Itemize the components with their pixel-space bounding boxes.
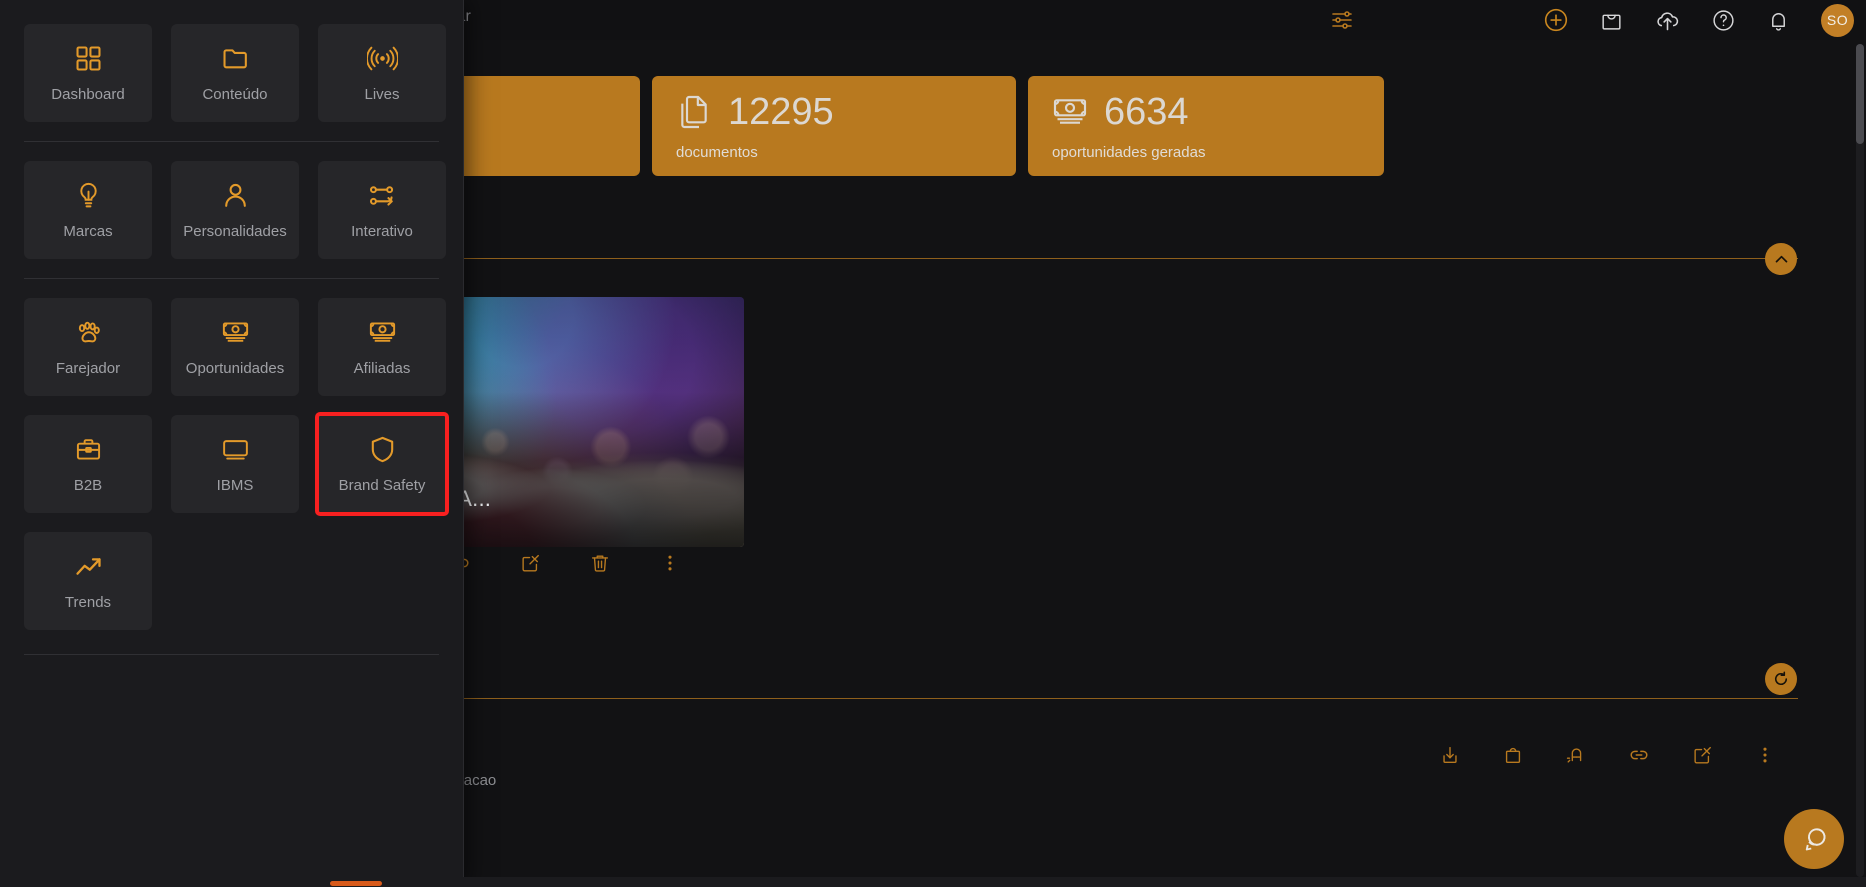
menu-item-marcas[interactable]: Marcas	[24, 161, 152, 259]
section-divider-top	[394, 258, 1798, 259]
collapse-section-button[interactable]	[1765, 243, 1797, 275]
stat-value: 6634	[1104, 91, 1189, 133]
menu-item-label: B2B	[73, 477, 103, 494]
menu-group-2: Marcas Personalidades Interativo	[0, 161, 463, 259]
avatar[interactable]: SO	[1821, 3, 1854, 37]
broadcast-icon	[366, 43, 398, 74]
menu-item-label: Personalidades	[183, 223, 287, 240]
refresh-button[interactable]	[1765, 663, 1797, 695]
menu-item-label: Dashboard	[51, 86, 125, 103]
stat-card-oportunidades[interactable]: 6634 oportunidades geradas	[1028, 76, 1384, 176]
folder-icon	[220, 43, 251, 74]
app-root: scar	[0, 0, 1866, 887]
file-meta: 0:00:10 automacao	[300, 772, 1776, 789]
cloud-upload-icon[interactable]	[1654, 7, 1681, 34]
flow-icon	[367, 180, 398, 211]
file-row[interactable]: 023521.mxf 0:00:10 automacao	[300, 740, 1776, 789]
link-icon[interactable]	[1628, 744, 1650, 766]
file-actions	[1439, 744, 1776, 766]
menu-item-label: Conteúdo	[202, 86, 268, 103]
menu-item-b2b[interactable]: B2B	[24, 415, 152, 513]
magnet-icon[interactable]	[1565, 744, 1587, 766]
menu-item-label: Lives	[364, 86, 400, 103]
more-vertical-icon[interactable]	[1754, 744, 1776, 766]
help-circle-icon[interactable]	[1711, 8, 1736, 33]
lightbulb-icon	[73, 180, 104, 211]
trash-icon[interactable]	[589, 552, 611, 574]
menu-item-label: IBMS	[216, 477, 254, 494]
menu-divider-2	[24, 278, 439, 279]
menu-item-interativo[interactable]: Interativo	[318, 161, 446, 259]
scrollbar-thumb-horizontal[interactable]	[330, 881, 382, 886]
menu-item-label: Brand Safety	[338, 477, 426, 494]
briefcase-icon	[73, 434, 104, 465]
edit-icon[interactable]	[519, 552, 541, 574]
chat-bubble-button[interactable]	[1784, 809, 1844, 869]
menu-item-oportunidades[interactable]: Oportunidades	[171, 298, 299, 396]
menu-item-farejador[interactable]: Farejador	[24, 298, 152, 396]
scrollbar-thumb-vertical[interactable]	[1856, 44, 1864, 144]
bag-icon[interactable]	[1599, 8, 1624, 33]
grid-icon	[73, 43, 104, 74]
stat-label: oportunidades geradas	[1052, 144, 1206, 161]
shield-icon	[367, 434, 398, 465]
menu-group-3: Farejador Oportunidades Afiliadas B2B IB…	[0, 298, 463, 630]
scrollbar-track-vertical[interactable]	[1856, 44, 1864, 877]
menu-item-personalidades[interactable]: Personalidades	[171, 161, 299, 259]
paw-icon	[73, 317, 104, 348]
stat-label: documentos	[676, 144, 758, 161]
bell-icon[interactable]	[1766, 8, 1791, 33]
menu-item-afiliadas[interactable]: Afiliadas	[318, 298, 446, 396]
person-icon	[220, 180, 251, 211]
menu-item-label: Trends	[64, 594, 112, 611]
menu-item-brand-safety[interactable]: Brand Safety	[315, 412, 449, 516]
edit-icon[interactable]	[1691, 744, 1713, 766]
menu-item-label: Oportunidades	[185, 360, 285, 377]
menu-item-label: Interativo	[351, 223, 413, 240]
monitor-icon	[220, 434, 251, 465]
sliders-icon[interactable]	[1330, 8, 1354, 32]
menu-item-trends[interactable]: Trends	[24, 532, 152, 630]
plus-circle-icon[interactable]	[1543, 7, 1569, 33]
menu-item-label: Farejador	[55, 360, 121, 377]
documents-icon	[674, 92, 714, 132]
menu-divider-3	[24, 654, 439, 655]
menu-item-conteudo[interactable]: Conteúdo	[171, 24, 299, 122]
topbar-actions: SO	[1543, 0, 1854, 40]
menu-item-label: Afiliadas	[353, 360, 411, 377]
scrollbar-horizontal[interactable]	[0, 877, 1866, 887]
trending-up-icon	[73, 551, 104, 582]
menu-item-ibms[interactable]: IBMS	[171, 415, 299, 513]
menu-group-1: Dashboard Conteúdo Lives	[0, 0, 463, 122]
menu-item-lives[interactable]: Lives	[318, 24, 446, 122]
menu-divider-1	[24, 141, 439, 142]
money-icon	[220, 317, 251, 348]
bag-icon[interactable]	[1502, 744, 1524, 766]
stat-value: 12295	[728, 91, 834, 133]
download-icon[interactable]	[1439, 744, 1461, 766]
stat-card-documentos[interactable]: 12295 documentos	[652, 76, 1016, 176]
menu-item-dashboard[interactable]: Dashboard	[24, 24, 152, 122]
money-icon	[1050, 92, 1090, 132]
section-divider-bottom	[394, 698, 1798, 699]
more-vertical-icon[interactable]	[659, 552, 681, 574]
money-icon	[367, 317, 398, 348]
mega-menu-panel: Dashboard Conteúdo Lives Marcas Personal…	[0, 0, 464, 887]
menu-item-label: Marcas	[63, 223, 113, 240]
